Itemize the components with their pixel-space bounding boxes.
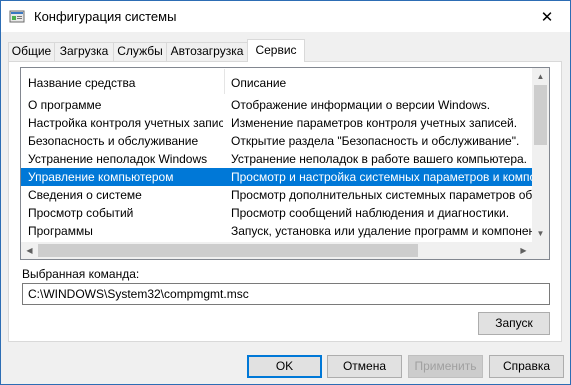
tool-name: Настройка контроля учетных запис... <box>28 116 223 130</box>
tools-list[interactable]: Название средства Описание О программе От… <box>20 67 550 260</box>
tab-boot[interactable]: Загрузка <box>54 42 114 61</box>
msconfig-icon <box>9 10 25 23</box>
horizontal-scrollbar[interactable]: ◀ ▶ <box>21 242 532 259</box>
list-header: Название средства Описание <box>21 68 532 95</box>
scrollbar-corner <box>532 242 549 259</box>
tool-description: Открытие раздела "Безопасность и обслужи… <box>231 134 520 148</box>
list-item[interactable]: Сведения о системе Просмотр дополнительны… <box>21 186 532 204</box>
tab-startup[interactable]: Автозагрузка <box>166 42 248 61</box>
vertical-scrollbar[interactable]: ▲ ▼ <box>532 68 549 242</box>
ok-button[interactable]: OK <box>247 355 322 378</box>
horizontal-scroll-thumb[interactable] <box>38 244 418 257</box>
tab-general[interactable]: Общие <box>8 42 55 61</box>
apply-button[interactable]: Применить <box>408 355 483 378</box>
msconfig-window: Конфигурация системы ✕ Общие Загрузка Сл… <box>0 0 571 385</box>
tool-name: О программе <box>28 98 102 112</box>
list-item[interactable]: Просмотр событий Просмотр сообщений наблю… <box>21 204 532 222</box>
selected-command-field[interactable]: C:\WINDOWS\System32\compmgmt.msc <box>22 283 550 305</box>
tool-name: Программы <box>28 224 93 238</box>
list-item[interactable]: Настройка контроля учетных запис... Измен… <box>21 114 532 132</box>
tool-description: Просмотр дополнительных системных параме… <box>231 188 532 202</box>
list-item[interactable]: Безопасность и обслуживание Открытие разд… <box>21 132 532 150</box>
column-header-name[interactable]: Название средства <box>28 68 135 95</box>
tool-description: Запуск, установка или удаление программ … <box>231 224 532 238</box>
scroll-up-icon[interactable]: ▲ <box>532 68 549 85</box>
tool-name: Управление компьютером <box>28 170 174 184</box>
tool-description: Отображение информации о версии Windows. <box>231 98 491 112</box>
vertical-scroll-thumb[interactable] <box>534 85 547 145</box>
title-bar[interactable]: Конфигурация системы ✕ <box>1 1 570 32</box>
tool-description: Устранение неполадок в работе вашего ком… <box>231 152 528 166</box>
tab-tools[interactable]: Сервис <box>247 39 305 62</box>
selected-command-label: Выбранная команда: <box>22 267 140 281</box>
tool-name: Устранение неполадок Windows <box>28 152 208 166</box>
column-separator[interactable] <box>224 69 225 94</box>
tool-name: Безопасность и обслуживание <box>28 134 199 148</box>
tool-name: Сведения о системе <box>28 188 142 202</box>
list-item[interactable]: Программы Запуск, установка или удаление … <box>21 222 532 240</box>
list-item[interactable]: Устранение неполадок Windows Устранение н… <box>21 150 532 168</box>
list-item[interactable]: О программе Отображение информации о верс… <box>21 96 532 114</box>
scroll-right-icon[interactable]: ▶ <box>515 242 532 259</box>
launch-button[interactable]: Запуск <box>478 312 550 335</box>
scroll-left-icon[interactable]: ◀ <box>21 242 38 259</box>
tool-name: Просмотр событий <box>28 206 134 220</box>
window-title: Конфигурация системы <box>34 9 177 24</box>
close-icon: ✕ <box>540 8 554 26</box>
scroll-down-icon[interactable]: ▼ <box>532 225 549 242</box>
list-item[interactable]: Управление компьютером Просмотр и настрой… <box>21 168 532 186</box>
column-header-description[interactable]: Описание <box>231 68 286 95</box>
cancel-button[interactable]: Отмена <box>327 355 402 378</box>
close-button[interactable]: ✕ <box>524 1 570 32</box>
tool-description: Просмотр сообщений наблюдения и диагност… <box>231 206 510 220</box>
tab-services[interactable]: Службы <box>113 42 167 61</box>
tool-description: Просмотр и настройка системных параметро… <box>231 170 532 184</box>
help-button[interactable]: Справка <box>489 355 564 378</box>
tool-description: Изменение параметров контроля учетных за… <box>231 116 518 130</box>
